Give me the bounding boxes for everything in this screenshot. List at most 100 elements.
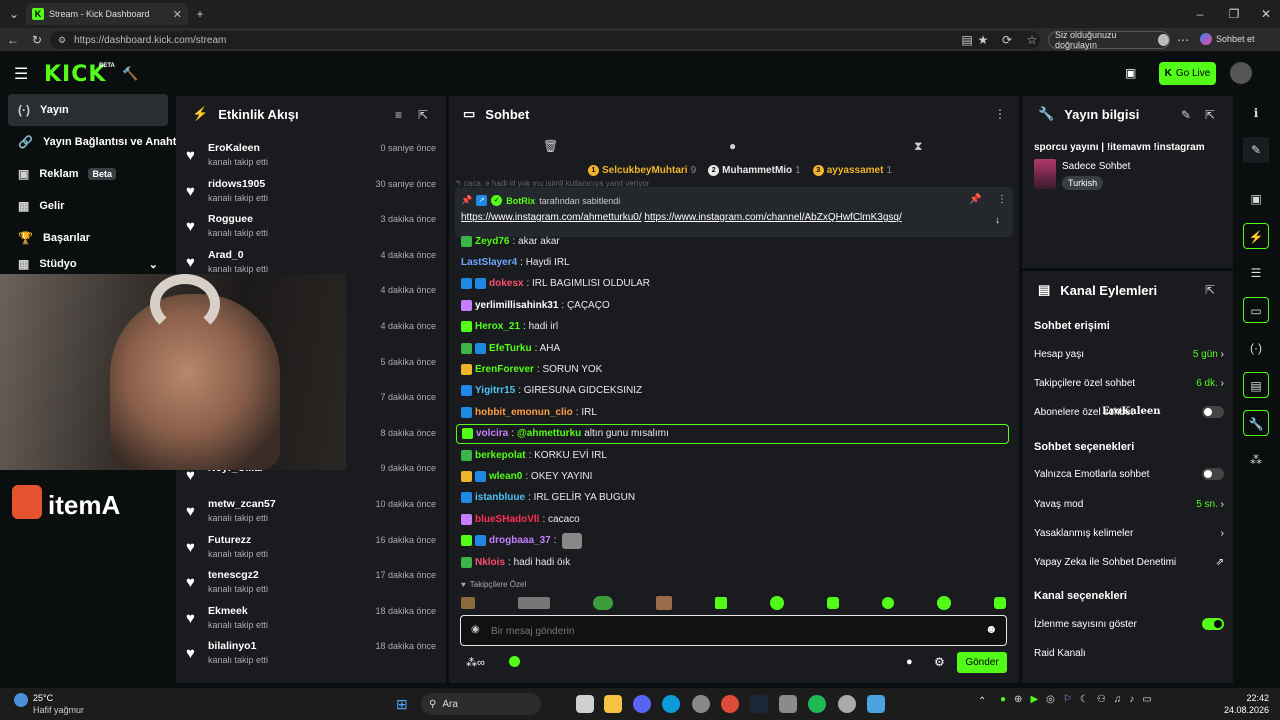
chat-username[interactable]: LastSlayer4 [461,257,517,268]
sidebar-item-revenue[interactable]: ▦ Gelir [8,190,168,222]
pinned-link-1[interactable]: https://www.instagram.com/ahmetturku0/ [461,212,642,223]
follower-name[interactable]: metw_zcan57 [208,498,276,510]
emote-icon[interactable] [770,596,784,610]
close-tab-icon[interactable]: ✕ [173,8,182,21]
sidebar-item-stream[interactable]: (·) Yayın [8,94,168,126]
tray-app-icon[interactable]: ◎ [1046,694,1055,705]
verify-identity-button[interactable]: Siz olduğunuzu doğrulayın [1048,30,1170,50]
chat-username[interactable]: dokesx [489,278,523,289]
emote-icon[interactable] [656,596,672,610]
preview-rail-icon[interactable]: ▣ [1243,186,1269,212]
new-tab-icon[interactable]: + [190,4,210,24]
activity-feed-item[interactable]: ♥ bilalinyo1 kanalı takip etti 18 dakika ön… [186,638,436,672]
user-avatar[interactable] [1230,62,1252,84]
chat-username[interactable]: Herox_21 [475,321,520,332]
expand-pinned-icon[interactable]: ↓ [995,215,1000,226]
follower-name[interactable]: bilalinyo1 [208,640,256,652]
chrome-icon[interactable] [721,695,739,713]
edge-icon[interactable] [662,695,680,713]
pinned-author[interactable]: BotRix [506,196,535,206]
chat-username[interactable]: EfeTurku [489,343,532,354]
volume-icon[interactable]: ♪ [1129,694,1134,705]
kick-logo[interactable]: KICK [44,62,106,87]
activity-feed-item[interactable]: ♥ Futurezz kanalı takip etti 16 dakika önce [186,532,436,566]
chat-message-input[interactable] [491,622,971,640]
mention[interactable]: @ahmetturku [517,428,581,439]
tray-app-icon[interactable]: ☾ [1080,694,1089,705]
pencil-rail-icon[interactable]: ✎ [1243,137,1269,163]
tools-icon[interactable]: 🔨 [122,66,138,82]
chat-username[interactable]: berkepolat [475,450,526,461]
emote-icon[interactable] [593,596,613,610]
chat-menu-icon[interactable]: ⋮ [994,107,1006,121]
chat-message[interactable]: volcira: @ahmetturku altın gunu mısalımı [456,423,1009,444]
chat-message[interactable]: Yigitrr15: GIRESUNA GIDCEKSINIZ [461,381,1006,401]
activity-feed-item[interactable]: ♥ Rogguee kanalı takip etti 3 dakika önce [186,211,436,245]
top-gifter[interactable]: 2 MuhammetMio 1 [708,165,801,176]
clock-time[interactable]: 22:42 [1225,693,1269,703]
top-gifter[interactable]: 3 ayyassamet 1 [812,165,892,176]
tray-app-icon[interactable]: ⊕ [1014,694,1022,705]
app-icon[interactable] [838,695,856,713]
collections-icon[interactable]: ☆ [1022,30,1042,50]
tray-app-icon[interactable]: ▶ [1030,694,1038,705]
tray-app-icon[interactable]: ⚐ [1063,694,1072,705]
popout-icon[interactable]: ⇱ [1205,283,1215,297]
kick-points-icon[interactable] [509,656,520,667]
chat-message[interactable]: istanbluue: IRL GELİR YA BUGUN [461,488,1006,508]
emote-icon[interactable] [461,597,475,609]
info-icon[interactable]: ℹ [1243,100,1269,126]
settings-gear-icon[interactable]: ⚙ [934,655,945,669]
chat-message[interactable]: Zeyd76: akar akar [461,231,1006,251]
hamburger-menu-icon[interactable]: ☰ [14,64,28,84]
chat-message[interactable]: hobbit_emonun_clio: IRL [461,402,1006,422]
chat-username[interactable]: drogbaaa_37 [489,535,551,546]
system-tray-icons[interactable]: ● ⊕ ▶ ◎ ⚐ ☾ ⚇ ♫ ♪ ▭ [1000,694,1152,705]
edit-pencil-icon[interactable]: ✎ [1181,108,1191,122]
app-icon[interactable] [779,695,797,713]
activity-feed-item[interactable]: ♥ ridows1905 kanalı takip etti 30 saniye ön… [186,176,436,210]
tray-app-icon[interactable]: ⚇ [1097,694,1106,705]
microphone-icon[interactable]: ♫ [1114,694,1122,705]
sidebar-item-studio[interactable]: ▦ Stüdyo ⌄ [8,254,168,274]
extensions-icon[interactable]: ⟳ [997,30,1017,50]
account-age-row[interactable]: Hesap yaşı 5 gün › [1034,344,1224,364]
minimize-icon[interactable]: – [1190,4,1210,24]
follower-name[interactable]: EroKaleen [208,142,260,154]
chat-message[interactable]: dokesx: IRL BAGIMLISI OLDULAR [461,274,1006,294]
emote-icon[interactable] [937,596,951,610]
viewer-count-toggle[interactable] [1202,618,1224,630]
task-view-icon[interactable] [576,695,594,713]
chat-username[interactable]: Nklois [475,557,505,568]
list-rail-icon[interactable]: ☰ [1243,260,1269,286]
chat-username[interactable]: blueSHadoVll [475,514,539,525]
users-rail-icon[interactable]: ⁂ [1243,447,1269,473]
raid-row[interactable]: Raid Kanalı [1034,643,1224,663]
chat-username[interactable]: wlean0 [489,471,522,482]
unpin-icon[interactable]: 📌 [969,194,981,205]
chat-message[interactable]: blueSHadoVll: cacaco [461,509,1006,529]
chat-message[interactable]: Nklois: hadi hadi öık [461,552,1006,572]
hourglass-icon[interactable]: ⧗ [914,139,922,154]
actions-rail-icon[interactable]: ▤ [1243,372,1269,398]
preview-icon[interactable]: ▣ [1125,66,1136,80]
taskbar-search[interactable]: ⚲ Ara [421,693,541,715]
back-icon[interactable]: ← [3,30,23,50]
chat-message[interactable]: yerlimillisahink31: ÇAÇAÇO [461,295,1006,315]
pinned-link-2[interactable]: https://www.instagram.com/channel/AbZxQH… [644,212,901,223]
chat-username[interactable]: volcira [476,428,508,439]
follower-name[interactable]: Arad_0 [208,249,244,261]
site-info-icon[interactable]: ⚙ [58,35,66,46]
emote-icon[interactable] [827,597,839,609]
emote-icon[interactable] [715,597,727,609]
popout-icon[interactable]: ⇱ [1205,108,1215,122]
favorite-star-icon[interactable]: ★ [973,30,993,50]
tray-overflow-icon[interactable]: ⌃ [978,696,986,707]
chat-message[interactable]: Herox_21: hadi irl [461,317,1006,337]
windows-start-icon[interactable]: ⊞ [396,696,408,713]
broadcast-rail-icon[interactable]: (·) [1243,335,1269,361]
copilot-button[interactable]: Sohbet et [1200,33,1255,45]
go-live-button[interactable]: K Go Live [1159,62,1216,85]
chat-message[interactable]: EfeTurku: AHA [461,338,1006,358]
emote-icon[interactable] [882,597,894,609]
